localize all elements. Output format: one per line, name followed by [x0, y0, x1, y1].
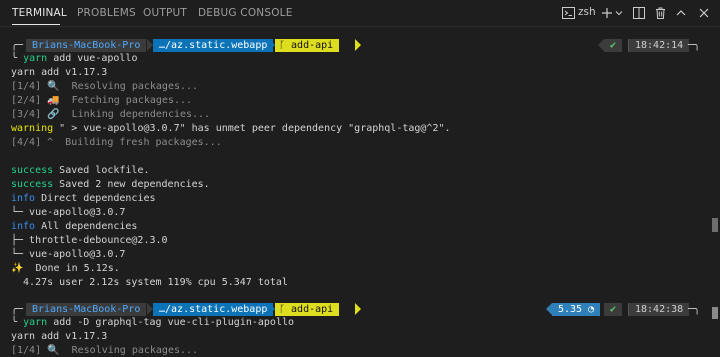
output-line: [2/4] 🚚 Fetching packages...: [11, 95, 193, 106]
prompt-host-segment: Brians-MacBook-Pro: [26, 303, 147, 316]
terminal-output[interactable]: ╭─ Brians-MacBook-Pro …/az.static.webapp…: [0, 28, 705, 357]
exit-status-ok: ✔: [604, 303, 623, 316]
tab-output[interactable]: OUTPUT: [143, 7, 187, 19]
prompt-dir-segment: …/az.static.webapp: [153, 39, 274, 52]
exit-status-ok: ✔: [604, 39, 623, 52]
command-yarn: yarn: [23, 317, 48, 328]
output-line: ✨ Done in 5.12s.: [11, 263, 120, 274]
success-line: success Saved 2 new dependencies.: [11, 179, 210, 190]
output-line: [4/4] ^ Building fresh packages...: [11, 137, 222, 148]
warning-line: warning " > vue-apollo@3.0.7" has unmet …: [11, 123, 451, 134]
terminal-shell-icon[interactable]: [561, 5, 575, 21]
trash-icon[interactable]: [653, 5, 667, 21]
prompt-dir-segment: …/az.static.webapp: [153, 303, 274, 316]
command-yarn: yarn: [23, 53, 48, 64]
scrollbar-thumb[interactable]: [712, 218, 718, 232]
prompt-git-segment: ᚴ add-api: [275, 39, 340, 52]
success-label: success: [11, 165, 54, 176]
warning-label: warning: [11, 123, 54, 134]
prompt-time-segment: 18:42:38: [628, 303, 690, 316]
command-line: ╰ yarn add -D graphql-tag vue-cli-plugin…: [11, 317, 295, 328]
info-label: info: [11, 193, 36, 204]
git-branch-name: add-api: [291, 40, 334, 51]
panel-tab-bar: TERMINAL PROBLEMS OUTPUT DEBUG CONSOLE z…: [0, 0, 720, 27]
output-line: └─ vue-apollo@3.0.7: [11, 207, 126, 218]
chevron-down-icon[interactable]: [614, 5, 624, 21]
command-duration-segment: 5.35 ◔: [552, 303, 601, 316]
split-terminal-icon[interactable]: [632, 5, 646, 21]
output-line: └─ vue-apollo@3.0.7: [11, 249, 126, 260]
maximize-panel-icon[interactable]: [674, 5, 688, 21]
git-branch-name: add-api: [291, 304, 334, 315]
active-tab-indicator: [12, 24, 60, 25]
success-label: success: [11, 179, 54, 190]
scrollbar-marker: [712, 307, 718, 319]
output-line: ├─ throttle-debounce@2.3.0: [11, 235, 168, 246]
prompt-host-segment: Brians-MacBook-Pro: [26, 39, 147, 52]
command-args: add -D graphql-tag vue-cli-plugin-apollo: [53, 317, 295, 328]
segment-separator: [355, 303, 361, 315]
new-terminal-plus-icon[interactable]: [600, 5, 614, 21]
shell-name[interactable]: zsh: [578, 6, 596, 18]
prompt-git-segment: ᚴ add-api: [275, 303, 340, 316]
output-line: yarn add v1.17.3: [11, 67, 108, 78]
output-line: yarn add v1.17.3: [11, 331, 108, 342]
segment-separator: [355, 39, 361, 51]
info-line: info All dependencies: [11, 221, 138, 232]
prompt-prefix: ╭─: [11, 40, 24, 51]
command-args: add vue-apollo: [53, 53, 138, 64]
git-branch-icon: ᚴ: [279, 40, 292, 51]
stopwatch-icon: ◔: [588, 304, 595, 315]
tab-problems[interactable]: PROBLEMS: [77, 7, 136, 19]
close-panel-icon[interactable]: [697, 5, 711, 21]
output-line: [1/4] 🔍 Resolving packages...: [11, 81, 199, 92]
info-line: info Direct dependencies: [11, 193, 156, 204]
tab-terminal[interactable]: TERMINAL: [12, 7, 67, 19]
git-branch-icon: ᚴ: [279, 304, 292, 315]
prompt-suffix: ─╮: [688, 40, 701, 51]
success-line: success Saved lockfile.: [11, 165, 150, 176]
tab-debug-console[interactable]: DEBUG CONSOLE: [198, 7, 293, 19]
prompt-suffix: ─╮: [688, 304, 701, 315]
output-line: [1/4] 🔍 Resolving packages...: [11, 345, 199, 356]
prompt-time-segment: 18:42:14: [628, 39, 690, 52]
prompt-prefix: ╭─: [11, 304, 24, 315]
command-line: ╰ yarn add vue-apollo: [11, 53, 138, 64]
output-line: [3/4] 🔗 Linking dependencies...: [11, 109, 211, 120]
info-label: info: [11, 221, 36, 232]
timing-line: 4.27s user 2.12s system 119% cpu 5.347 t…: [11, 277, 288, 288]
